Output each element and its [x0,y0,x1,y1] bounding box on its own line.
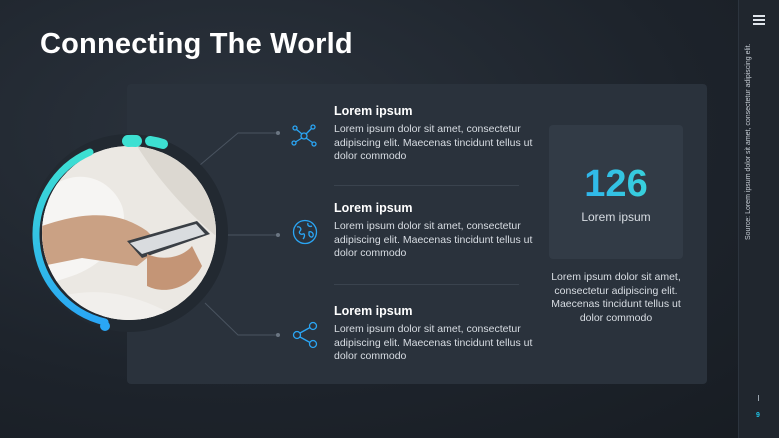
right-sidebar: Source: Lorem ipsum dolor sit amet, cons… [738,0,779,438]
globe-icon [292,219,318,245]
menu-icon[interactable] [753,15,765,27]
feature-item-text: Lorem ipsum dolor sit amet, consectetur … [334,323,533,362]
photo-circle [30,134,228,332]
stat-description: Lorem ipsum dolor sit amet, consectetur … [551,271,681,324]
feature-item-2: Lorem ipsum Lorem ipsum dolor sit amet, … [334,201,534,261]
feature-item-3: Lorem ipsum Lorem ipsum dolor sit amet, … [334,304,534,364]
divider [334,284,519,285]
page-divider-mark [758,395,759,401]
divider [334,185,519,186]
page-number: 9 [756,412,760,419]
feature-item-title: Lorem ipsum [334,104,413,118]
source-note: Source: Lorem ipsum dolor sit amet, cons… [745,43,752,240]
feature-item-title: Lorem ipsum [334,201,413,215]
stat-value: 126 [549,163,683,206]
share-icon [292,321,318,349]
feature-item-1: Lorem ipsum Lorem ipsum dolor sit amet, … [334,104,534,164]
gradient-arc [32,134,168,331]
feature-item-title: Lorem ipsum [334,304,413,318]
stat-card: 126 Lorem ipsum [549,125,683,259]
network-icon [291,124,317,147]
feature-item-text: Lorem ipsum dolor sit amet, consectetur … [334,220,533,259]
feature-item-text: Lorem ipsum dolor sit amet, consectetur … [334,123,533,162]
stat-label: Lorem ipsum [581,210,651,224]
